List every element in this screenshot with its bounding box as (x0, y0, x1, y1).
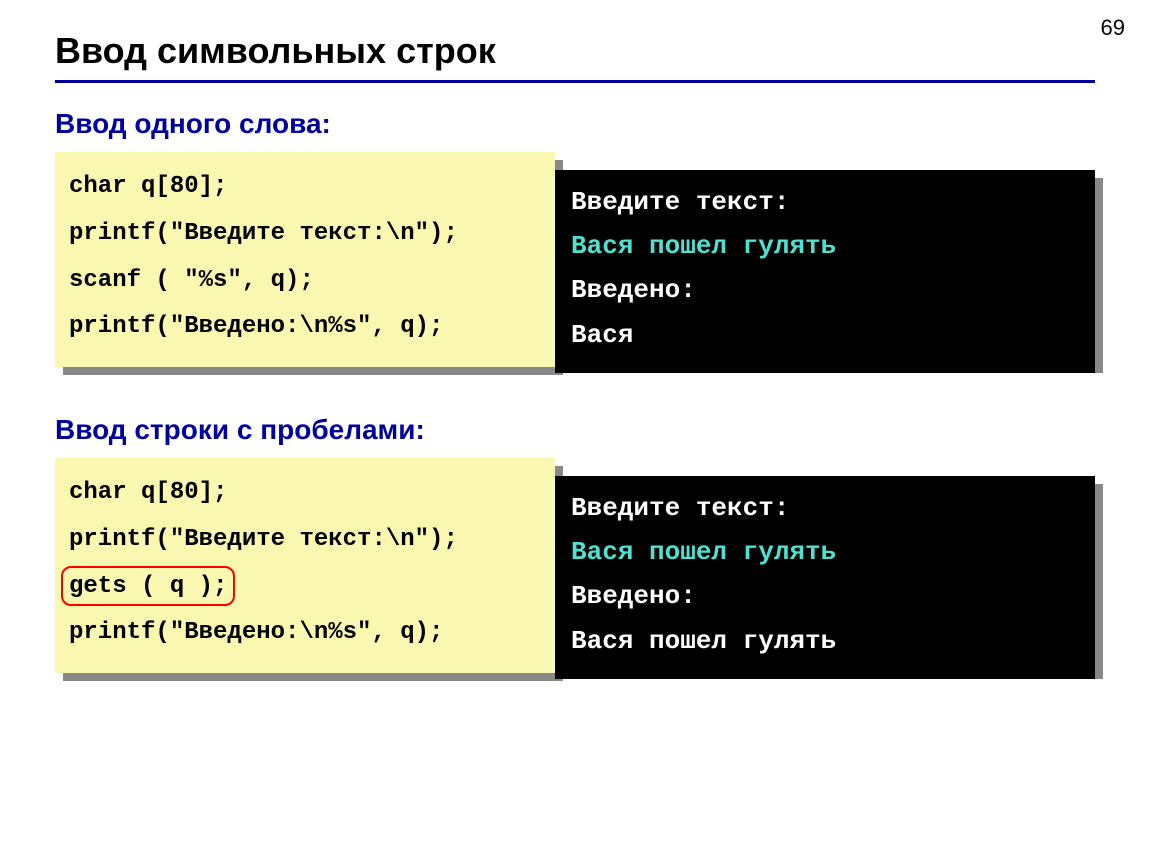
term-line: Введите текст: (571, 180, 1079, 224)
code-box-1: char q[80]; printf("Введите текст:\n"); … (55, 152, 555, 367)
code-line: printf("Введите текст:\n"); (69, 220, 458, 247)
code-line: printf("Введено:\n%s", q); (69, 619, 443, 646)
code-line: printf("Введите текст:\n"); (69, 526, 458, 553)
term-line: Вася (571, 313, 1079, 357)
code-line: printf("Введено:\n%s", q); (69, 313, 443, 340)
code-box-2: char q[80]; printf("Введите текст:\n"); … (55, 458, 555, 673)
term-line-input: Вася пошел гулять (571, 530, 1079, 574)
code-line: char q[80]; (69, 173, 227, 200)
slide-title: Ввод символьных строк (55, 30, 1095, 72)
term-line: Введено: (571, 574, 1079, 618)
code-line: char q[80]; (69, 479, 227, 506)
terminal-box-2: Введите текст: Вася пошел гулять Введено… (555, 476, 1095, 679)
section1-block: char q[80]; printf("Введите текст:\n"); … (55, 152, 1095, 382)
term-line: Введите текст: (571, 486, 1079, 530)
term-line: Введено: (571, 268, 1079, 312)
section2-block: char q[80]; printf("Введите текст:\n"); … (55, 458, 1095, 688)
terminal-box-1: Введите текст: Вася пошел гулять Введено… (555, 170, 1095, 373)
highlighted-code: gets ( q ); (69, 564, 227, 611)
section2-heading: Ввод строки с пробелами: (55, 414, 1095, 446)
term-line-input: Вася пошел гулять (571, 224, 1079, 268)
title-rule (55, 80, 1095, 83)
term-line: Вася пошел гулять (571, 619, 1079, 663)
page-number: 69 (1101, 15, 1125, 41)
section1-heading: Ввод одного слова: (55, 108, 1095, 140)
code-line: scanf ( "%s", q); (69, 267, 314, 294)
